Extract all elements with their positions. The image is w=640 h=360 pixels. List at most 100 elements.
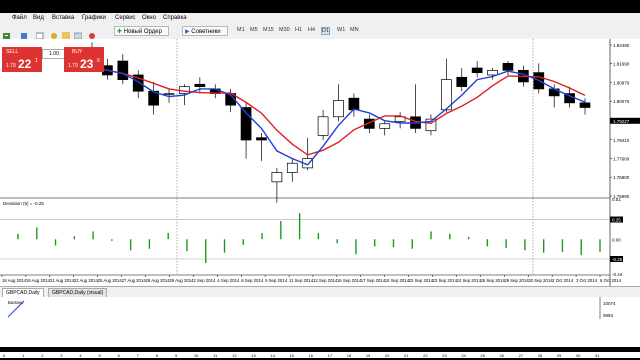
new-order-button[interactable]: ✚ Новый Ордер bbox=[114, 26, 169, 36]
sell-panel[interactable]: SELL 1.79 22 1 bbox=[2, 47, 42, 72]
candle-body bbox=[487, 69, 498, 76]
buy-price-sup: 6 bbox=[97, 58, 100, 64]
tester-tick-label: 20 bbox=[385, 353, 390, 358]
candle-body bbox=[256, 137, 267, 141]
indicator-tick-label: 0.51 bbox=[612, 197, 621, 202]
candle-body bbox=[471, 67, 483, 73]
date-tick-label: 17 Sep 2014 bbox=[361, 278, 386, 283]
tf-m15[interactable]: M15 bbox=[263, 27, 274, 33]
price-tick-label: 1.78410 bbox=[613, 138, 630, 143]
menu-view[interactable]: Вид bbox=[33, 15, 44, 21]
candle-body bbox=[579, 102, 591, 108]
date-tick-label: 8 Sep 2014 bbox=[241, 278, 264, 283]
data-window-icon[interactable] bbox=[50, 27, 58, 39]
tester-tick-label: 18 bbox=[347, 353, 352, 358]
tester-tick-label: 11 bbox=[213, 353, 218, 358]
price-tick-label: 1.80870 bbox=[613, 81, 630, 86]
tester-tick-label: 30 bbox=[576, 353, 581, 358]
tester-tick-label: 0 bbox=[3, 353, 6, 358]
candle-body bbox=[117, 60, 129, 80]
date-tick-label: 2 Oct 2014 bbox=[552, 278, 574, 283]
sell-price-prefix: 1.79 bbox=[6, 63, 16, 69]
tf-mn[interactable]: MN bbox=[350, 27, 359, 33]
tf-d1[interactable]: D1 bbox=[321, 27, 331, 35]
date-tick-label: 19 Aug 2014 bbox=[26, 278, 51, 283]
tester-tick-label: 2 bbox=[41, 353, 44, 358]
tester-tick-label: 8 bbox=[156, 353, 159, 358]
tf-h4[interactable]: H4 bbox=[308, 27, 315, 33]
tf-m1[interactable]: M1 bbox=[237, 27, 245, 33]
tester-background bbox=[0, 297, 640, 319]
date-tick-label: 16 Sep 2014 bbox=[337, 278, 362, 283]
date-tick-label: 22 Aug 2014 bbox=[74, 278, 99, 283]
menu-bar: Файл Вид Вставка Графики Сервис Окно Спр… bbox=[0, 13, 640, 24]
tester-tick-label: 1 bbox=[22, 353, 25, 358]
candle-body bbox=[333, 100, 344, 118]
menu-insert[interactable]: Вставка bbox=[52, 15, 74, 21]
menu-window[interactable]: Окно bbox=[142, 15, 156, 21]
tester-tick-label: 31 bbox=[595, 353, 600, 358]
date-tick-label: 23 Sep 2014 bbox=[433, 278, 458, 283]
chart-tabs: GBPCAD,Daily GBPCAD,Daily (visual) bbox=[0, 286, 640, 298]
tester-tick-label: 4 bbox=[79, 353, 82, 358]
buy-panel[interactable]: BUY 1.79 23 6 bbox=[64, 47, 104, 72]
sell-label: SELL bbox=[6, 49, 19, 55]
date-tick-label: 24 Sep 2014 bbox=[456, 278, 481, 283]
tf-m5[interactable]: M5 bbox=[250, 27, 258, 33]
indicator-tick-label: 0.00 bbox=[612, 237, 621, 242]
indicator-tick-label: 0.25 bbox=[612, 218, 621, 223]
menu-help[interactable]: Справка bbox=[163, 15, 187, 21]
tester-tick-label: 10 bbox=[194, 353, 199, 358]
tester-tick-label: 22 bbox=[423, 353, 428, 358]
tester-tick-label: 9 bbox=[175, 353, 178, 358]
price-tick-label: 1.77600 bbox=[613, 157, 630, 162]
tester-tick-label: 21 bbox=[404, 353, 409, 358]
new-order-label: Новый Ордер bbox=[123, 29, 162, 35]
price-chart[interactable]: 1.82490 1.81690 1.80870 1.80070 1.79227 1.784… bbox=[0, 39, 640, 286]
date-tick-label: 11 Sep 2014 bbox=[289, 278, 314, 283]
candle-body bbox=[317, 116, 329, 136]
tester-axis-label: 9993 bbox=[603, 313, 614, 318]
tester-icon[interactable] bbox=[88, 27, 96, 39]
tester-tick-label: 24 bbox=[461, 353, 466, 358]
market-watch-icon[interactable] bbox=[35, 27, 44, 40]
candle-body bbox=[271, 172, 283, 183]
tester-tick-label: 17 bbox=[328, 353, 333, 358]
candle-body bbox=[502, 63, 514, 71]
date-tick-label: 6 Oct 2014 bbox=[600, 278, 622, 283]
tester-tick-label: 26 bbox=[500, 353, 505, 358]
tf-w1[interactable]: W1 bbox=[337, 27, 345, 33]
terminal-icon[interactable] bbox=[73, 27, 83, 40]
date-tick-label: 25 Aug 2014 bbox=[98, 278, 123, 283]
menu-tools[interactable]: Сервис bbox=[115, 15, 136, 21]
navigator-icon[interactable] bbox=[62, 27, 70, 40]
tester-tick-label: 14 bbox=[270, 353, 275, 358]
menu-file[interactable]: Файл bbox=[12, 15, 27, 21]
indicator-label: Deviation (5) = -0.25 bbox=[3, 201, 44, 206]
chart-window: 1.82490 1.81690 1.80870 1.80070 1.79227 1.784… bbox=[0, 39, 640, 286]
tf-m30[interactable]: M30 bbox=[279, 27, 290, 33]
profiles-icon[interactable] bbox=[20, 27, 28, 39]
indicator-tick-label: -0.25 bbox=[612, 257, 623, 262]
tf-h1[interactable]: H1 bbox=[295, 27, 302, 33]
tester-tick-label: 16 bbox=[309, 353, 314, 358]
date-tick-label: 18 Aug 2014 bbox=[2, 278, 27, 283]
buy-price-prefix: 1.79 bbox=[68, 63, 78, 69]
date-tick-label: 12 Sep 2014 bbox=[313, 278, 338, 283]
tester-axis-label: 10074 bbox=[603, 301, 616, 306]
new-order-icon: ✚ bbox=[117, 29, 124, 35]
date-tick-label: 4 Sep 2014 bbox=[217, 278, 240, 283]
buy-label: BUY bbox=[72, 49, 83, 55]
current-price-label: 1.79227 bbox=[613, 119, 630, 124]
lot-size-input[interactable]: 1.00 bbox=[42, 49, 66, 59]
tester-tick-label: 25 bbox=[480, 353, 485, 358]
menu-charts[interactable]: Графики bbox=[82, 15, 106, 21]
date-tick-label: 3 Oct 2014 bbox=[576, 278, 598, 283]
date-tick-label: 26 Sep 2014 bbox=[480, 278, 505, 283]
tester-graph: Баланс 10074 9993 bbox=[0, 297, 640, 347]
tester-tick-row: 0 1 2 3 4 5 6 7 8 9 10 11 12 13 14 15 16 17 18 19 20 21 22 23 24… bbox=[0, 352, 640, 358]
advisors-button[interactable]: ▶ Советники bbox=[182, 26, 228, 36]
new-chart-icon[interactable] bbox=[3, 27, 11, 39]
sell-price-big: 22 bbox=[18, 57, 32, 71]
tester-tick-label: 23 bbox=[442, 353, 447, 358]
